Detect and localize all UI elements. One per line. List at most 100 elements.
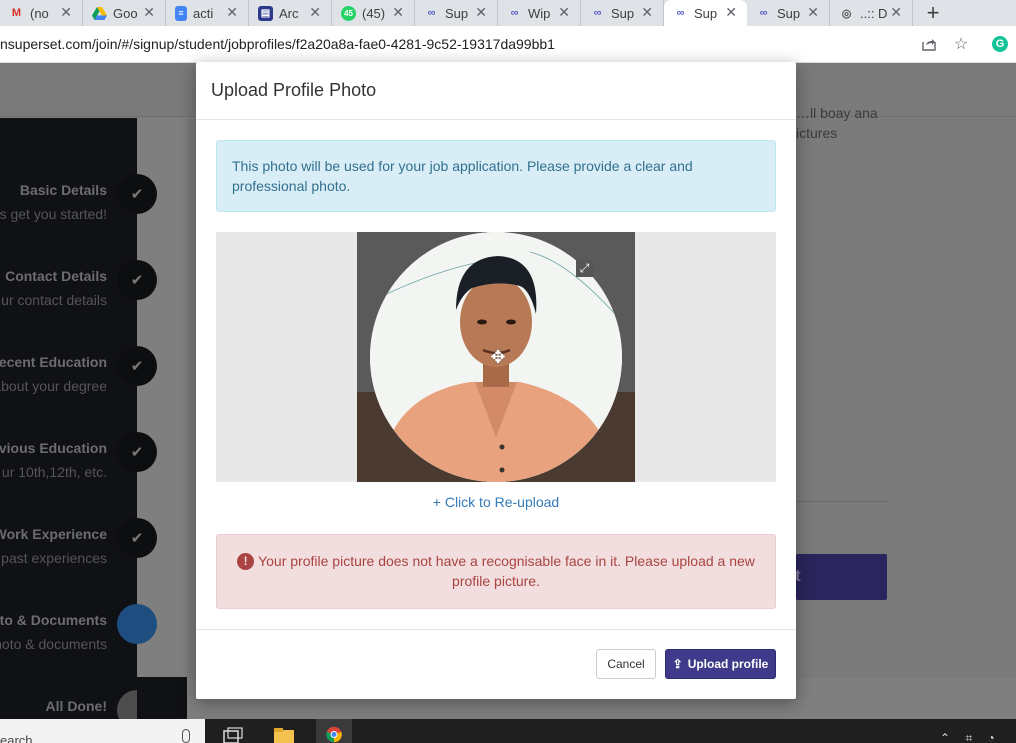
check-icon: ✔ bbox=[117, 432, 157, 472]
tab-drive[interactable]: Goo ✕ bbox=[83, 0, 166, 26]
tab-forms[interactable]: ▤ Arc ✕ bbox=[249, 0, 332, 26]
tab-other[interactable]: ◎ ..:: D ✕ bbox=[830, 0, 913, 26]
check-icon: ✔ bbox=[117, 260, 157, 300]
forms-icon: ▤ bbox=[258, 5, 273, 21]
drive-icon bbox=[92, 6, 107, 21]
close-icon[interactable]: ✕ bbox=[60, 4, 72, 21]
tab-superset[interactable]: ∞ Wip ✕ bbox=[498, 0, 581, 26]
sidebar-footer bbox=[137, 677, 187, 719]
tab-superset[interactable]: ∞ Sup ✕ bbox=[415, 0, 498, 26]
browser-tab-strip: M (no ✕ Goo ✕ ≡ acti ✕ ▤ Arc ✕ 45 (45) ✕… bbox=[0, 0, 1016, 26]
bookmark-star-icon[interactable]: ☆ bbox=[951, 34, 971, 54]
system-tray-icons[interactable]: ⌃ ⌗ ◔ ◜ bbox=[940, 731, 1016, 743]
divider bbox=[196, 629, 796, 630]
url-field[interactable]: nsuperset.com/join/#/signup/student/jobp… bbox=[0, 36, 555, 52]
move-icon[interactable]: ✥ bbox=[488, 347, 508, 367]
taskbar-search[interactable]: earch bbox=[0, 719, 205, 743]
profile-photo: ✥ ⤢ bbox=[357, 232, 635, 482]
tab-title: Sup bbox=[611, 5, 635, 21]
tab-superset[interactable]: ∞ Sup ✕ bbox=[747, 0, 830, 26]
search-placeholder: earch bbox=[0, 733, 33, 743]
error-text: Your profile picture does not have a rec… bbox=[258, 553, 755, 589]
cancel-button[interactable]: Cancel bbox=[596, 649, 656, 679]
step-photo-documents: to & Documents hoto & documents bbox=[0, 604, 160, 672]
divider bbox=[796, 501, 887, 502]
error-alert: ! Your profile picture does not have a re… bbox=[216, 534, 776, 609]
chrome-icon[interactable] bbox=[323, 726, 345, 743]
photo-cropper[interactable]: ✥ ⤢ bbox=[216, 232, 776, 482]
tab-superset-active[interactable]: ∞ Sup ✕ bbox=[664, 0, 747, 26]
share-icon[interactable] bbox=[919, 34, 939, 54]
task-view-icon[interactable] bbox=[222, 726, 244, 743]
step-previous-education: vious Education ur 10th,12th, etc. ✔ bbox=[0, 432, 160, 500]
superset-icon: ∞ bbox=[676, 7, 685, 19]
upload-profile-button[interactable]: ⇪ Upload profile bbox=[665, 649, 776, 679]
step-all-done: All Done! bbox=[0, 690, 160, 719]
close-icon[interactable]: ✕ bbox=[309, 4, 321, 21]
camera-icon: ◎ bbox=[841, 7, 852, 20]
resize-icon[interactable]: ⤢ bbox=[576, 260, 593, 277]
modal-title: Upload Profile Photo bbox=[211, 80, 377, 100]
background-next-button bbox=[796, 554, 887, 600]
tab-title: Arc bbox=[279, 5, 299, 21]
current-step-indicator bbox=[117, 604, 157, 644]
tab-title: ..:: D bbox=[860, 5, 888, 21]
check-icon: ✔ bbox=[117, 174, 157, 214]
step-basic-details: Basic Details s get you started! ✔ bbox=[0, 174, 160, 242]
divider bbox=[196, 119, 796, 120]
tab-title: (no bbox=[30, 5, 49, 21]
tab-title: Goo bbox=[113, 5, 138, 21]
new-tab-button[interactable]: + bbox=[913, 0, 953, 26]
tab-superset[interactable]: ∞ Sup ✕ bbox=[581, 0, 664, 26]
step-title: All Done! bbox=[45, 698, 107, 714]
close-icon[interactable]: ✕ bbox=[475, 4, 487, 21]
microphone-icon[interactable] bbox=[182, 729, 190, 743]
tab-title: acti bbox=[193, 5, 214, 21]
step-subtitle: ur 10th,12th, etc. bbox=[1, 464, 107, 480]
close-icon[interactable]: ✕ bbox=[641, 4, 653, 21]
docs-icon: ≡ bbox=[175, 5, 187, 21]
tab-title: (45) bbox=[362, 5, 386, 21]
step-work-experience: Work Experience past experiences ✔ bbox=[0, 518, 160, 586]
superset-icon: ∞ bbox=[759, 7, 768, 19]
signup-steps-sidebar: Basic Details s get you started! ✔ Conta… bbox=[0, 118, 157, 719]
step-subtitle: hoto & documents bbox=[0, 636, 107, 652]
check-icon: ✔ bbox=[117, 346, 157, 386]
step-subtitle: about your degree bbox=[0, 378, 107, 394]
tab-docs[interactable]: ≡ acti ✕ bbox=[166, 0, 249, 26]
whatsapp-icon: 45 bbox=[341, 5, 356, 21]
close-icon[interactable]: ✕ bbox=[392, 4, 404, 21]
step-title: Basic Details bbox=[19, 182, 107, 198]
step-title: Work Experience bbox=[0, 526, 107, 542]
step-subtitle: ur contact details bbox=[1, 292, 107, 308]
check-icon: ✔ bbox=[117, 518, 157, 558]
background-text: …ll boay ana ictures bbox=[796, 105, 878, 141]
address-bar: nsuperset.com/join/#/signup/student/jobp… bbox=[0, 26, 1016, 63]
close-icon[interactable]: ✕ bbox=[807, 4, 819, 21]
close-icon[interactable]: ✕ bbox=[558, 4, 570, 21]
superset-icon: ∞ bbox=[510, 7, 519, 19]
superset-icon: ∞ bbox=[593, 7, 602, 19]
close-icon[interactable]: ✕ bbox=[226, 4, 238, 21]
close-icon[interactable]: ✕ bbox=[890, 4, 902, 21]
close-icon[interactable]: ✕ bbox=[725, 4, 737, 21]
info-text: This photo will be used for your job app… bbox=[232, 158, 693, 194]
tab-gmail[interactable]: M (no ✕ bbox=[0, 0, 83, 26]
step-contact-details: Contact Details ur contact details ✔ bbox=[0, 260, 160, 328]
reupload-link[interactable]: + Click to Re-upload bbox=[196, 494, 796, 510]
step-subtitle: past experiences bbox=[1, 550, 107, 566]
upload-button-label: Upload profile bbox=[687, 657, 769, 671]
tab-title: Wip bbox=[528, 5, 551, 21]
file-explorer-icon[interactable] bbox=[273, 726, 295, 743]
tab-title: Sup bbox=[694, 5, 718, 21]
step-title: Contact Details bbox=[5, 268, 107, 284]
close-icon[interactable]: ✕ bbox=[143, 4, 155, 21]
grammarly-icon[interactable]: G bbox=[992, 36, 1008, 52]
tab-whatsapp[interactable]: 45 (45) ✕ bbox=[332, 0, 415, 26]
step-title: ecent Education bbox=[0, 354, 107, 370]
gmail-icon: M bbox=[11, 7, 22, 19]
error-message: ! Your profile picture does not have a re… bbox=[232, 551, 760, 591]
tab-title: Sup bbox=[777, 5, 801, 21]
taskbar: earch ⌃ ⌗ ◔ ◜ bbox=[0, 719, 1016, 743]
step-title: vious Education bbox=[0, 440, 107, 456]
